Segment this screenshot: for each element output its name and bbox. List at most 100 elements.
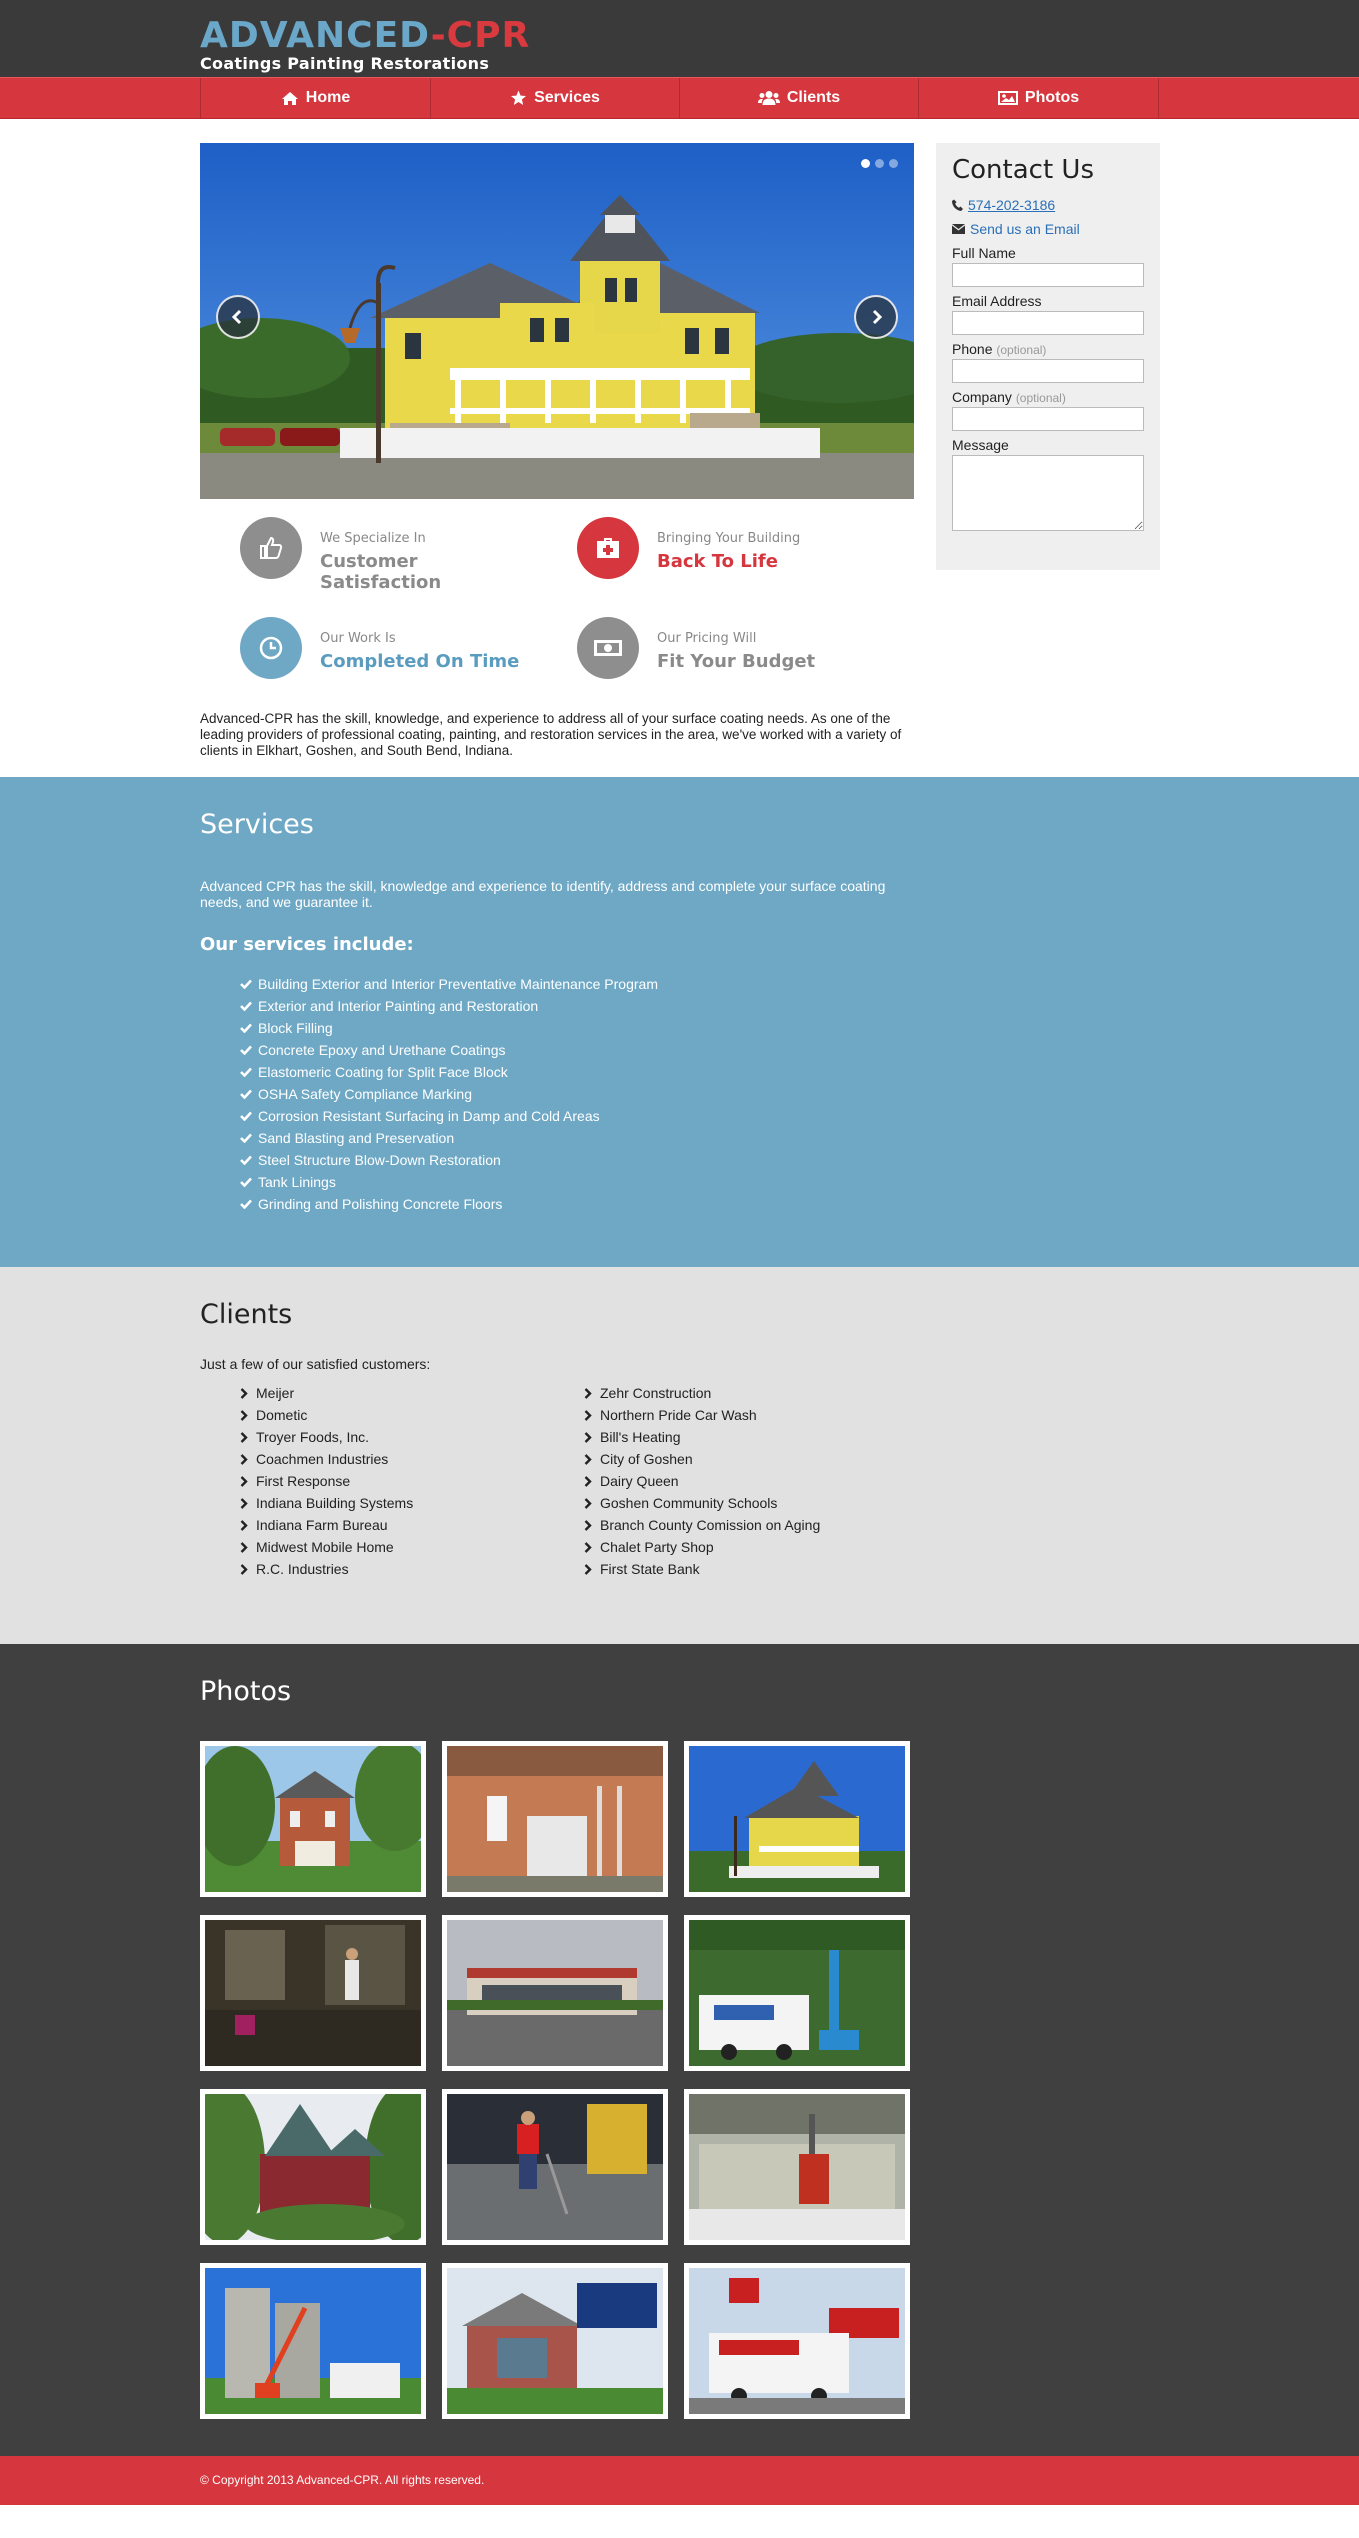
client-item: City of Goshen xyxy=(584,1448,928,1470)
client-name: Midwest Mobile Home xyxy=(256,1539,394,1555)
phone-link[interactable]: 574-202-3186 xyxy=(968,197,1055,213)
email-label: Email Address xyxy=(952,293,1144,309)
photo-image xyxy=(447,1920,663,2066)
message-label-text: Message xyxy=(952,437,1009,453)
chevron-right-icon xyxy=(584,1475,592,1487)
client-name: Northern Pride Car Wash xyxy=(600,1407,757,1423)
photo-thumbnail-silo-with-lift[interactable] xyxy=(200,2263,426,2419)
slider-dot-2[interactable] xyxy=(875,159,884,168)
full-name-label: Full Name xyxy=(952,245,1144,261)
feature-small-text: We Specialize In xyxy=(320,531,426,546)
client-name: Chalet Party Shop xyxy=(600,1539,714,1555)
service-item: Building Exterior and Interior Preventat… xyxy=(240,973,1160,995)
email-input[interactable] xyxy=(952,311,1144,335)
feature-small-text: Our Work Is xyxy=(320,631,396,646)
nav-services[interactable]: Services xyxy=(431,78,680,118)
feature-big-text: Completed On Time xyxy=(320,651,520,672)
phone-input[interactable] xyxy=(952,359,1144,383)
photos-title: Photos xyxy=(200,1676,292,1707)
chevron-right-icon xyxy=(240,1387,248,1399)
nav-home[interactable]: Home xyxy=(201,78,431,118)
full-name-input[interactable] xyxy=(952,263,1144,287)
photo-image xyxy=(447,2268,663,2414)
company-input[interactable] xyxy=(952,407,1144,431)
photo-thumbnail-turret-house[interactable] xyxy=(200,2089,426,2245)
nav-services-label: Services xyxy=(534,89,600,106)
home-icon xyxy=(281,91,299,106)
service-item: Concrete Epoxy and Urethane Coatings xyxy=(240,1039,1160,1061)
users-icon xyxy=(757,90,780,106)
slider-dot-3[interactable] xyxy=(889,159,898,168)
chevron-right-icon xyxy=(584,1453,592,1465)
check-icon xyxy=(240,1177,252,1187)
chevron-right-icon xyxy=(584,1541,592,1553)
slider-prev-button[interactable] xyxy=(216,295,260,339)
client-item: Troyer Foods, Inc. xyxy=(240,1426,584,1448)
phone-icon xyxy=(952,199,963,211)
photo-thumbnail-industrial-interior-lift[interactable] xyxy=(684,2089,910,2245)
check-icon xyxy=(240,1155,252,1165)
contact-panel: Contact Us 574-202-3186 Send us an Email… xyxy=(936,143,1160,570)
client-name: Dairy Queen xyxy=(600,1473,679,1489)
photo-grid xyxy=(200,1741,1160,2419)
photo-image xyxy=(205,2268,421,2414)
photo-thumbnail-trailer-and-lift[interactable] xyxy=(684,1915,910,2071)
photo-thumbnail-brick-victorian-house[interactable] xyxy=(200,1741,426,1897)
nav-clients[interactable]: Clients xyxy=(680,78,919,118)
feature-big-text: Customer Satisfaction xyxy=(320,551,442,593)
client-item: Branch County Comission on Aging xyxy=(584,1514,928,1536)
photo-image xyxy=(689,1920,905,2066)
service-item-label: Grinding and Polishing Concrete Floors xyxy=(258,1196,503,1212)
photo-image xyxy=(689,1746,905,1892)
service-item-label: Tank Linings xyxy=(258,1174,336,1190)
client-name: City of Goshen xyxy=(600,1451,693,1467)
service-item: Exterior and Interior Painting and Resto… xyxy=(240,995,1160,1017)
main-nav: Home Services Clients Photos xyxy=(0,77,1359,119)
slider-dot-1[interactable] xyxy=(861,159,870,168)
check-icon xyxy=(240,1045,252,1055)
photo-image xyxy=(689,2268,905,2414)
logo[interactable]: ADVANCED-CPR Coatings Painting Restorati… xyxy=(200,18,530,73)
logo-part-cpr: CPR xyxy=(446,15,531,56)
slider-next-button[interactable] xyxy=(854,295,898,339)
photo-thumbnail-basement-cleaning[interactable] xyxy=(200,1915,426,2071)
company-label: Company (optional) xyxy=(952,389,1144,405)
service-item-label: Exterior and Interior Painting and Resto… xyxy=(258,998,539,1014)
email-link[interactable]: Send us an Email xyxy=(970,221,1080,237)
photo-thumbnail-brick-building-ladder[interactable] xyxy=(442,1741,668,1897)
feature-customer-satisfaction: We Specialize In Customer Satisfaction xyxy=(240,517,540,593)
feature-completed-on-time: Our Work Is Completed On Time xyxy=(240,617,540,679)
photo-thumbnail-kfc-trailer[interactable] xyxy=(684,2263,910,2419)
client-name: Zehr Construction xyxy=(600,1385,712,1401)
feature-circle xyxy=(240,517,302,579)
photo-thumbnail-commercial-building[interactable] xyxy=(442,1915,668,2071)
nav-photos[interactable]: Photos xyxy=(919,78,1159,118)
site-header: ADVANCED-CPR Coatings Painting Restorati… xyxy=(0,0,1359,77)
photo-thumbnail-floor-coating-worker[interactable] xyxy=(442,2089,668,2245)
client-name: Goshen Community Schools xyxy=(600,1495,778,1511)
client-name: Indiana Farm Bureau xyxy=(256,1517,388,1533)
check-icon xyxy=(240,1089,252,1099)
thumbs-up-icon xyxy=(260,536,283,559)
feature-small-text: Our Pricing Will xyxy=(657,631,757,646)
check-icon xyxy=(240,1133,252,1143)
photo-thumbnail-first-state-bank[interactable] xyxy=(442,2263,668,2419)
photo-image xyxy=(205,1746,421,1892)
check-icon xyxy=(240,979,252,989)
logo-dash: - xyxy=(430,15,447,56)
service-item: Sand Blasting and Preservation xyxy=(240,1127,1160,1149)
chevron-right-icon xyxy=(584,1387,592,1399)
image-slider[interactable] xyxy=(200,143,914,499)
chevron-right-icon xyxy=(240,1541,248,1553)
full-name-label-text: Full Name xyxy=(952,245,1016,261)
nav-photos-label: Photos xyxy=(1024,89,1080,106)
client-item: Northern Pride Car Wash xyxy=(584,1404,928,1426)
photos-section: Photos xyxy=(0,1644,1359,2456)
clients-column-2: Zehr Construction Northern Pride Car Wash… xyxy=(584,1382,928,1580)
chevron-right-icon xyxy=(240,1431,248,1443)
client-item: Coachmen Industries xyxy=(240,1448,584,1470)
service-item-label: Concrete Epoxy and Urethane Coatings xyxy=(258,1042,506,1058)
photo-thumbnail-yellow-victorian-house[interactable] xyxy=(684,1741,910,1897)
check-icon xyxy=(240,1067,252,1077)
message-textarea[interactable] xyxy=(952,455,1144,531)
